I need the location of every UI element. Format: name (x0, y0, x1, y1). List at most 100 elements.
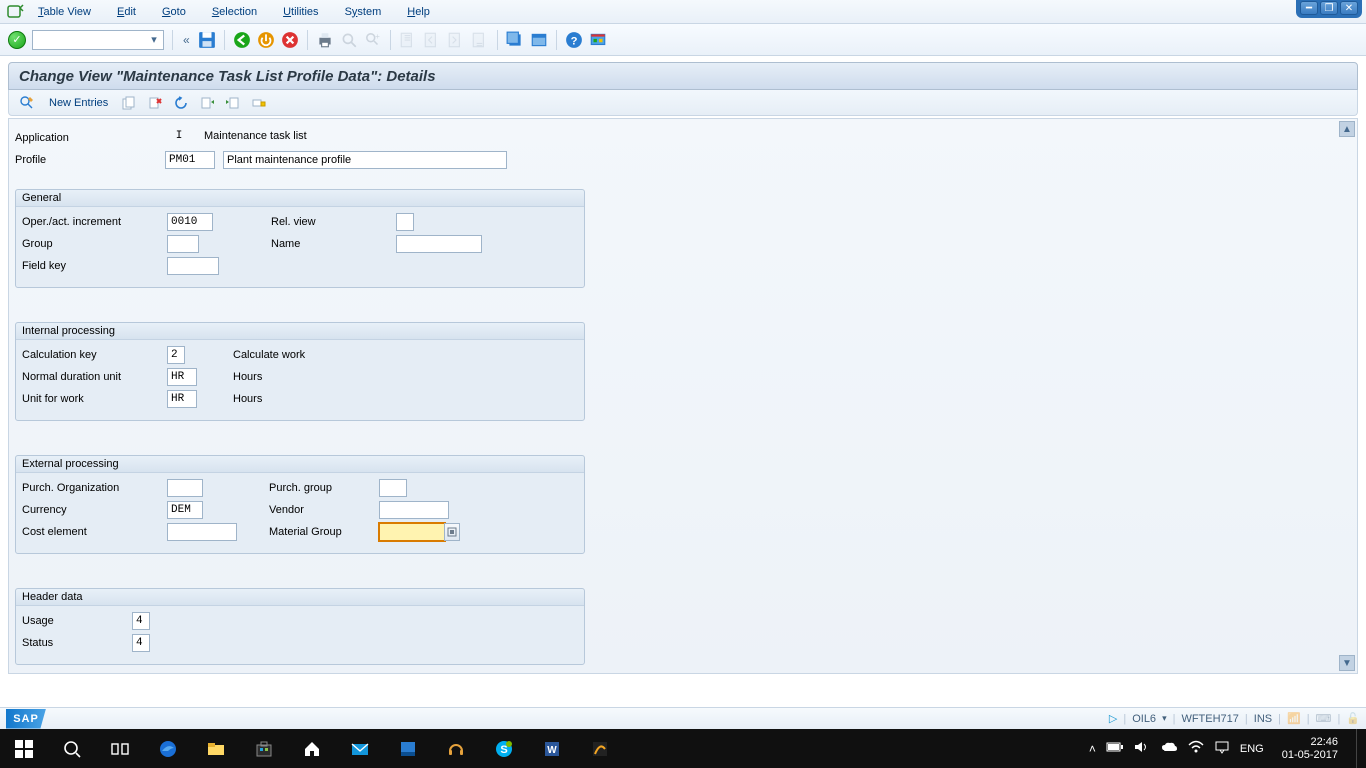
sap-command-icon[interactable] (6, 3, 24, 21)
back-icon[interactable] (233, 31, 251, 49)
work-unit-label: Unit for work (22, 393, 167, 405)
rel-view-input[interactable] (396, 213, 414, 231)
delete-icon[interactable] (144, 94, 166, 112)
status-triangle-icon[interactable]: ▷ (1109, 712, 1117, 725)
menu-table-view[interactable]: Table View (36, 4, 93, 20)
calc-key-input[interactable] (167, 346, 185, 364)
close-button[interactable]: ✕ (1340, 1, 1358, 15)
home-icon[interactable] (288, 729, 336, 768)
mat-group-input[interactable] (379, 523, 445, 541)
status-lock-icon[interactable]: 🔓 (1346, 712, 1360, 725)
scroll-down[interactable]: ▼ (1339, 655, 1355, 671)
tray-time: 22:46 (1282, 736, 1338, 749)
next-page-icon (447, 31, 465, 49)
word-icon[interactable]: W (528, 729, 576, 768)
collapse-toolbar-icon[interactable]: « (181, 33, 192, 47)
status-label: Status (22, 637, 132, 649)
tray-volume-icon[interactable] (1134, 740, 1150, 757)
enter-button[interactable]: ✓ (8, 31, 26, 49)
usage-input[interactable] (132, 612, 150, 630)
menu-edit[interactable]: Edit (115, 4, 138, 20)
status-keyboard-icon[interactable]: ⌨ (1316, 712, 1332, 725)
last-page-icon (471, 31, 489, 49)
tray-clock[interactable]: 22:46 01-05-2017 (1274, 736, 1346, 762)
dur-unit-label: Normal duration unit (22, 371, 167, 383)
name-label: Name (271, 238, 396, 250)
svg-text:+: + (375, 31, 380, 40)
previous-entry-icon[interactable] (196, 94, 218, 112)
headphones-icon[interactable] (432, 729, 480, 768)
layout-icon[interactable] (589, 31, 607, 49)
start-button[interactable] (0, 729, 48, 768)
menu-system[interactable]: System (343, 4, 384, 20)
content-area: ▲ ▼ Application I Maintenance task list … (8, 118, 1358, 674)
cancel-icon[interactable] (281, 31, 299, 49)
exit-icon[interactable] (257, 31, 275, 49)
task-view-button[interactable] (96, 729, 144, 768)
work-unit-input[interactable] (167, 390, 197, 408)
purch-org-input[interactable] (167, 479, 203, 497)
svg-text:S: S (500, 744, 507, 756)
command-field[interactable]: ▾ (32, 30, 164, 50)
window-controls: ━ ❐ ✕ (1296, 0, 1362, 18)
group-input[interactable] (167, 235, 199, 253)
vendor-input[interactable] (379, 501, 449, 519)
help-icon[interactable]: ? (565, 31, 583, 49)
currency-input[interactable] (167, 501, 203, 519)
tray-wifi-icon[interactable] (1188, 740, 1204, 757)
tray-lang[interactable]: ENG (1240, 743, 1264, 755)
app-icon-blue[interactable] (384, 729, 432, 768)
mat-group-f4-button[interactable] (444, 523, 460, 541)
undo-icon[interactable] (170, 94, 192, 112)
cost-elem-input[interactable] (167, 523, 237, 541)
sap-logon-icon[interactable] (576, 729, 624, 768)
purch-group-input[interactable] (379, 479, 407, 497)
prev-page-icon (423, 31, 441, 49)
profile-desc[interactable] (223, 151, 507, 169)
calc-key-desc: Calculate work (233, 349, 305, 361)
windows-taskbar: S W ˄ ENG 22:46 01-05-2017 (0, 729, 1366, 768)
menu-help[interactable]: Help (405, 4, 432, 20)
file-explorer-icon[interactable] (192, 729, 240, 768)
menu-utilities[interactable]: Utilities (281, 4, 320, 20)
edge-icon[interactable] (144, 729, 192, 768)
next-entry-icon[interactable] (222, 94, 244, 112)
purch-org-label: Purch. Organization (22, 482, 167, 494)
new-entries-button[interactable]: New Entries (43, 94, 114, 112)
field-key-input[interactable] (167, 257, 219, 275)
transport-icon[interactable] (248, 94, 270, 112)
new-session-icon[interactable] (506, 31, 524, 49)
save-icon[interactable] (198, 31, 216, 49)
dur-unit-input[interactable] (167, 368, 197, 386)
tray-chevron-icon[interactable]: ˄ (1089, 742, 1096, 756)
print-icon[interactable] (316, 31, 334, 49)
tray-action-center-icon[interactable] (1214, 740, 1230, 757)
mail-icon[interactable] (336, 729, 384, 768)
skype-icon[interactable]: S (480, 729, 528, 768)
minimize-button[interactable]: ━ (1300, 1, 1318, 15)
status-input[interactable] (132, 634, 150, 652)
profile-value[interactable] (165, 151, 215, 169)
menu-goto[interactable]: Goto (160, 4, 188, 20)
status-system: OIL6 (1132, 713, 1156, 725)
tray-onedrive-icon[interactable] (1160, 741, 1178, 756)
name-input[interactable] (396, 235, 482, 253)
mat-group-label: Material Group (269, 526, 379, 538)
currency-label: Currency (22, 504, 167, 516)
search-button[interactable] (48, 729, 96, 768)
tray-battery-icon[interactable] (1106, 741, 1124, 756)
copy-as-icon[interactable] (118, 94, 140, 112)
shortcut-icon[interactable] (530, 31, 548, 49)
find-next-icon: + (364, 31, 382, 49)
command-dropdown-icon[interactable]: ▾ (147, 33, 161, 47)
group-label: Group (22, 238, 167, 250)
store-icon[interactable] (240, 729, 288, 768)
menu-selection[interactable]: Selection (210, 4, 259, 20)
show-desktop[interactable] (1356, 729, 1362, 768)
oper-increment-input[interactable] (167, 213, 213, 231)
status-system-dd[interactable]: ▾ (1162, 713, 1167, 724)
calc-key-label: Calculation key (22, 349, 167, 361)
scroll-up[interactable]: ▲ (1339, 121, 1355, 137)
maximize-button[interactable]: ❐ (1320, 1, 1338, 15)
change-display-icon[interactable] (15, 94, 39, 112)
